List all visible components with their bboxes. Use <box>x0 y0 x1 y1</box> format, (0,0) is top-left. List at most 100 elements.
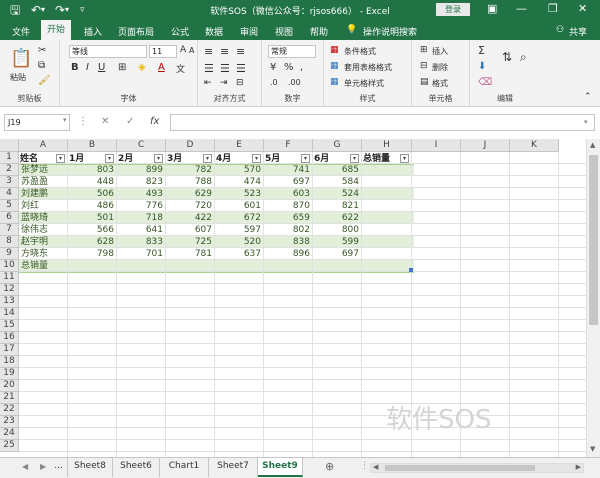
row-header[interactable]: 9 <box>0 248 19 260</box>
value-cell[interactable]: 493 <box>117 188 166 200</box>
row-header[interactable]: 13 <box>0 296 19 308</box>
value-cell[interactable]: 641 <box>117 224 166 236</box>
value-cell[interactable]: 570 <box>215 164 264 176</box>
percent-icon[interactable]: % <box>284 62 294 73</box>
tab-page-layout[interactable]: 页面布局 <box>118 25 154 38</box>
value-cell[interactable]: 448 <box>68 176 117 188</box>
value-cell[interactable]: 800 <box>313 224 362 236</box>
row-header[interactable]: 21 <box>0 392 19 404</box>
vertical-scrollbar[interactable]: ▲ ▼ <box>586 139 600 457</box>
shrink-font-icon[interactable]: A <box>189 46 194 55</box>
expand-formula-bar-icon[interactable]: ▾ <box>584 118 588 126</box>
value-cell[interactable]: 672 <box>215 212 264 224</box>
login-button[interactable]: 登录 <box>436 3 470 16</box>
ribbon-options-icon[interactable]: ▣ <box>487 2 497 16</box>
value-cell[interactable]: 659 <box>264 212 313 224</box>
value-cell[interactable]: 870 <box>264 200 313 212</box>
tab-help[interactable]: 帮助 <box>310 25 328 38</box>
cell-styles-button[interactable]: 单元格样式 <box>344 78 384 89</box>
increase-decimal-icon[interactable]: .0 <box>270 78 278 87</box>
table-format-button[interactable]: 套用表格格式 <box>344 62 392 73</box>
value-cell[interactable]: 741 <box>264 164 313 176</box>
select-all-corner[interactable] <box>0 139 19 152</box>
tab-review[interactable]: 审阅 <box>240 25 258 38</box>
value-cell[interactable]: 833 <box>117 236 166 248</box>
value-cell[interactable]: 637 <box>215 248 264 260</box>
name-cell[interactable]: 蓝晓琦 <box>19 212 68 224</box>
filter-dropdown-icon[interactable]: ▾ <box>203 154 212 163</box>
grow-font-icon[interactable]: A <box>180 45 186 55</box>
align-left-icon[interactable]: ☰ <box>204 62 214 75</box>
scroll-tabs-left-icon[interactable]: ◀ <box>22 462 28 471</box>
tab-file[interactable]: 文件 <box>12 25 30 38</box>
scroll-tabs-right-icon[interactable]: ▶ <box>40 462 46 471</box>
value-cell[interactable]: 685 <box>313 164 362 176</box>
comma-style-icon[interactable]: , <box>300 62 303 73</box>
borders-icon[interactable]: ⊞ <box>118 62 126 73</box>
italic-icon[interactable]: I <box>86 62 89 73</box>
number-format-select[interactable]: 常规 <box>268 45 316 58</box>
decrease-indent-icon[interactable]: ⇤ <box>204 78 212 88</box>
value-cell[interactable]: 776 <box>117 200 166 212</box>
tab-data[interactable]: 数据 <box>205 25 223 38</box>
tab-split-icon[interactable]: ⋮ <box>360 461 369 471</box>
name-cell[interactable]: 苏盈盈 <box>19 176 68 188</box>
increase-indent-icon[interactable]: ⇥ <box>220 78 228 88</box>
tab-sheet6[interactable]: Sheet6 <box>113 458 160 477</box>
row-header[interactable]: 10 <box>0 260 19 272</box>
value-cell[interactable]: 603 <box>264 188 313 200</box>
currency-icon[interactable]: ¥ <box>270 62 276 73</box>
row-header[interactable]: 20 <box>0 380 19 392</box>
row-header[interactable]: 22 <box>0 404 19 416</box>
format-painter-icon[interactable]: 🖌 <box>38 75 51 86</box>
row-header[interactable]: 15 <box>0 320 19 332</box>
tab-insert[interactable]: 插入 <box>84 25 102 38</box>
vertical-scroll-thumb[interactable] <box>589 155 598 325</box>
font-size-select[interactable]: 11 <box>149 45 177 58</box>
value-cell[interactable]: 628 <box>68 236 117 248</box>
tab-view[interactable]: 视图 <box>275 25 293 38</box>
close-icon[interactable]: ✕ <box>578 2 587 16</box>
find-select-icon[interactable]: ⌕ <box>520 50 527 65</box>
filter-dropdown-icon[interactable]: ▾ <box>56 154 65 163</box>
tab-sheet8[interactable]: Sheet8 <box>68 458 113 477</box>
row-header[interactable]: 24 <box>0 428 19 440</box>
value-cell[interactable]: 520 <box>215 236 264 248</box>
font-color-icon[interactable]: A <box>158 62 165 73</box>
value-cell[interactable]: 506 <box>68 188 117 200</box>
restore-icon[interactable]: ❐ <box>548 2 558 16</box>
bold-icon[interactable]: B <box>71 62 79 73</box>
paste-button[interactable]: 粘贴 <box>10 72 26 83</box>
name-box[interactable]: J19 <box>4 114 70 131</box>
name-cell[interactable]: 赵宇明 <box>19 236 68 248</box>
underline-icon[interactable]: U <box>98 62 105 73</box>
column-header[interactable]: B <box>68 139 117 152</box>
value-cell[interactable]: 838 <box>264 236 313 248</box>
value-cell[interactable]: 566 <box>68 224 117 236</box>
value-cell[interactable]: 697 <box>264 176 313 188</box>
delete-cells-button[interactable]: 删除 <box>432 62 448 73</box>
value-cell[interactable]: 788 <box>166 176 215 188</box>
scroll-left-icon[interactable]: ◀ <box>373 463 378 471</box>
row-header[interactable]: 5 <box>0 200 19 212</box>
horizontal-scroll-thumb[interactable] <box>385 465 535 471</box>
column-header[interactable]: E <box>215 139 264 152</box>
row-header[interactable]: 23 <box>0 416 19 428</box>
value-cell[interactable]: 701 <box>117 248 166 260</box>
filter-dropdown-icon[interactable]: ▾ <box>252 154 261 163</box>
formula-input[interactable] <box>170 114 595 131</box>
column-header[interactable]: G <box>313 139 362 152</box>
scroll-right-icon[interactable]: ▶ <box>576 463 581 471</box>
name-cell[interactable]: 方晓东 <box>19 248 68 260</box>
row-header[interactable]: 11 <box>0 272 19 284</box>
row-header[interactable]: 25 <box>0 440 19 452</box>
value-cell[interactable]: 781 <box>166 248 215 260</box>
tab-formulas[interactable]: 公式 <box>171 25 189 38</box>
value-cell[interactable]: 523 <box>215 188 264 200</box>
row-header[interactable]: 1 <box>0 152 19 164</box>
row-header[interactable]: 7 <box>0 224 19 236</box>
scroll-down-icon[interactable]: ▼ <box>590 445 595 453</box>
conditional-format-button[interactable]: 条件格式 <box>344 46 376 57</box>
value-cell[interactable]: 584 <box>313 176 362 188</box>
scroll-up-icon[interactable]: ▲ <box>590 141 595 149</box>
